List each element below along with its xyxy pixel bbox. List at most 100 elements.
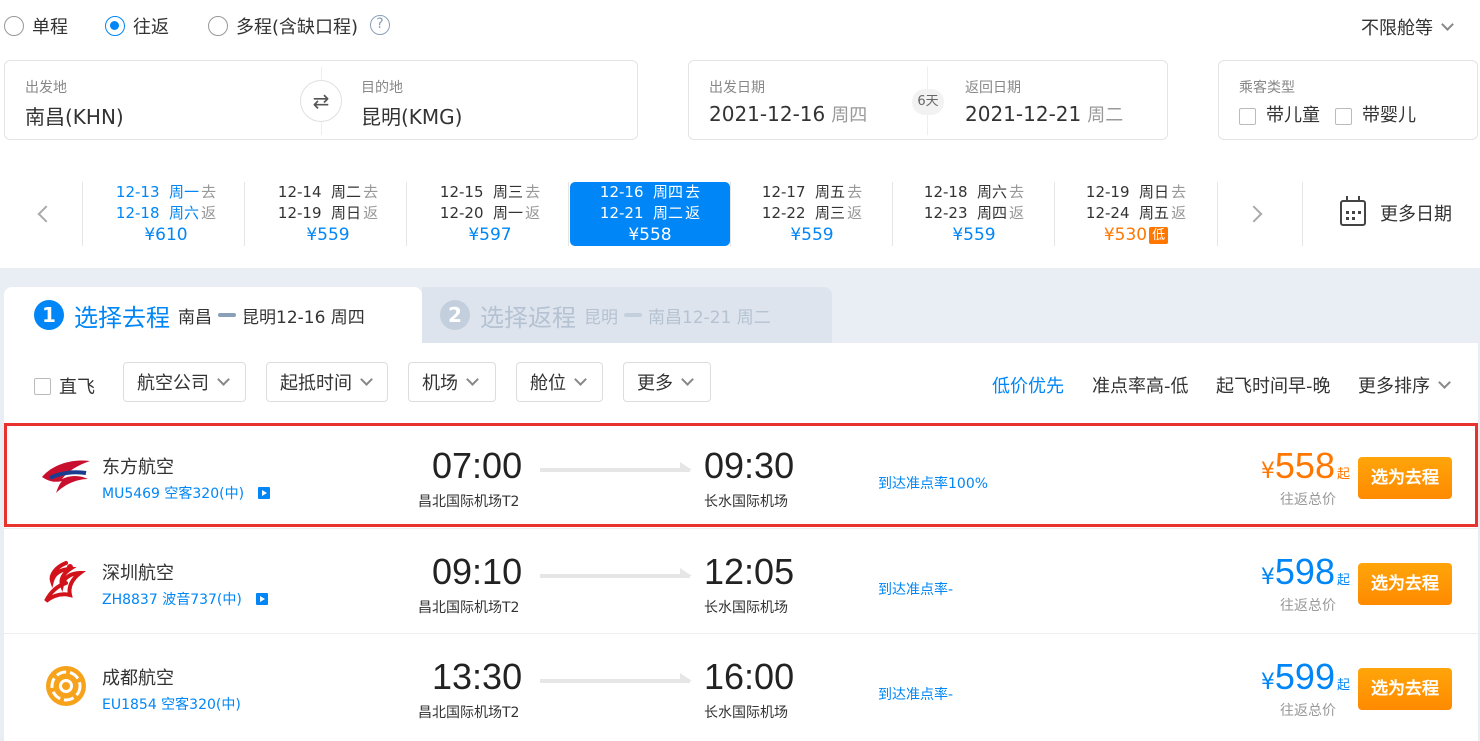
calendar-icon bbox=[1340, 196, 1366, 226]
help-icon[interactable]: ? bbox=[370, 15, 390, 35]
flight-number[interactable]: ZH8837 波音737(中) bbox=[102, 589, 268, 609]
chevron-down-icon bbox=[217, 372, 230, 386]
swap-icon[interactable]: ⇄ bbox=[300, 80, 342, 122]
return-date: 12-24 周五返 bbox=[1085, 204, 1187, 222]
ontime-rate: 到达准点率- bbox=[878, 582, 954, 598]
date-option[interactable]: 12-17 周五去 12-22 周三返 ¥559 bbox=[732, 182, 892, 246]
low-price-badge: 低 bbox=[1149, 227, 1169, 244]
flight-row[interactable]: 成都航空 EU1854 空客320(中) 13:30 昌北国际机场T2 16:00 长水国… bbox=[4, 633, 1478, 737]
tab-select-outbound[interactable]: 1 选择去程 南昌 昆明12-16 周四 bbox=[4, 287, 422, 343]
filter-cabin[interactable]: 舱位 bbox=[516, 362, 603, 402]
filter-bar: 直飞 航空公司 起抵时间 机场 舱位 更多 低价优先 准点率高-低 起飞时间早-… bbox=[4, 343, 1478, 423]
price: ¥558 起 bbox=[1260, 445, 1350, 486]
filter-airline[interactable]: 航空公司 bbox=[123, 362, 246, 402]
video-play-icon[interactable] bbox=[255, 593, 268, 605]
return-date: 12-20 周一返 bbox=[439, 204, 541, 222]
arrival-time: 09:30 bbox=[704, 445, 795, 486]
multi-city-option[interactable]: 多程(含缺口程) bbox=[208, 14, 358, 38]
date-option[interactable]: 12-14 周二去 12-19 周日返 ¥559 bbox=[248, 182, 408, 246]
child-checkbox[interactable] bbox=[1239, 107, 1256, 125]
date-option[interactable]: 12-16 周四去 12-21 周二返 ¥558 bbox=[570, 182, 730, 246]
date-price-strip: 12-13 周一去 12-18 周六返 ¥610 12-14 周二去 12-19 周日返… bbox=[0, 170, 1480, 260]
chevron-right-icon[interactable] bbox=[1245, 205, 1263, 223]
filter-airport[interactable]: 机场 bbox=[408, 362, 496, 402]
round-trip-radio[interactable] bbox=[105, 16, 125, 36]
tab-route: 昆明 南昌12-21 周二 bbox=[584, 307, 771, 328]
chevron-down-icon bbox=[360, 372, 373, 386]
departure-time: 09:10 bbox=[432, 551, 523, 592]
direct-only-checkbox[interactable]: 直飞 bbox=[34, 373, 95, 399]
departure-airport: 昌北国际机场T2 bbox=[418, 705, 520, 721]
arrival-airport: 长水国际机场 bbox=[704, 600, 788, 616]
date-price: ¥559 bbox=[952, 225, 996, 245]
return-date: 12-18 周六返 bbox=[115, 204, 217, 222]
outbound-date: 12-13 周一去 bbox=[115, 183, 217, 201]
flight-row[interactable]: 深圳航空 ZH8837 波音737(中) 09:10 昌北国际机场T2 12:05 长水国… bbox=[4, 528, 1478, 632]
flight-row[interactable]: 东方航空 MU5469 空客320(中) 07:00 昌北国际机场T2 09:30 长水国… bbox=[4, 423, 1478, 527]
multi-city-radio[interactable] bbox=[208, 16, 228, 36]
arrival-time: 12:05 bbox=[704, 551, 795, 592]
direct-checkbox[interactable] bbox=[34, 377, 51, 395]
more-dates-button[interactable]: 更多日期 bbox=[1340, 196, 1452, 226]
one-way-radio[interactable] bbox=[4, 16, 24, 36]
total-price-label: 往返总价 bbox=[1280, 598, 1336, 614]
plane-icon bbox=[218, 313, 236, 317]
arrival-airport: 长水国际机场 bbox=[704, 494, 788, 510]
select-outbound-button[interactable]: 选为去程 bbox=[1358, 563, 1452, 605]
airline-name: 东方航空 bbox=[102, 457, 174, 478]
with-infant-checkbox[interactable]: 带婴儿 bbox=[1335, 101, 1416, 127]
divider bbox=[892, 182, 893, 246]
price: ¥598 起 bbox=[1260, 551, 1350, 592]
select-outbound-button[interactable]: 选为去程 bbox=[1358, 457, 1452, 499]
date-price: ¥558 bbox=[628, 225, 672, 245]
select-outbound-button[interactable]: 选为去程 bbox=[1358, 668, 1452, 710]
depart-date: 2021-12-16 bbox=[709, 102, 826, 126]
filter-time[interactable]: 起抵时间 bbox=[266, 362, 388, 402]
return-date: 12-22 周三返 bbox=[761, 204, 863, 222]
arrival-time: 16:00 bbox=[704, 656, 795, 697]
total-price-label: 往返总价 bbox=[1280, 703, 1336, 719]
date-price: ¥530 低 bbox=[1056, 224, 1216, 246]
flight-number[interactable]: MU5469 空客320(中) bbox=[102, 483, 271, 503]
date-option[interactable]: 12-15 周三去 12-20 周一返 ¥597 bbox=[410, 182, 570, 246]
tab-select-return[interactable]: 2 选择返程 昆明 南昌12-21 周二 bbox=[422, 287, 832, 343]
one-way-option[interactable]: 单程 bbox=[4, 14, 68, 38]
sort-departure[interactable]: 起飞时间早-晚 bbox=[1216, 372, 1331, 398]
departure-time: 07:00 bbox=[432, 445, 523, 486]
step-number: 1 bbox=[34, 300, 64, 330]
divider bbox=[730, 182, 731, 246]
trip-type-bar: 单程 往返 多程(含缺口程) ? 不限舱等 bbox=[0, 0, 1480, 52]
route-arrow bbox=[540, 462, 692, 472]
outbound-date: 12-15 周三去 bbox=[439, 183, 541, 201]
sort-more[interactable]: 更多排序 bbox=[1358, 372, 1451, 398]
chevron-left-icon[interactable] bbox=[37, 205, 55, 223]
return-date: 2021-12-21 bbox=[965, 102, 1082, 126]
total-price-label: 往返总价 bbox=[1280, 492, 1336, 508]
divider bbox=[1054, 182, 1055, 246]
date-option[interactable]: 12-18 周六去 12-23 周四返 ¥559 bbox=[894, 182, 1054, 246]
trip-days-badge: 6天 bbox=[912, 89, 944, 115]
divider bbox=[82, 182, 83, 246]
sort-ontime[interactable]: 准点率高-低 bbox=[1092, 372, 1189, 398]
route-arrow bbox=[540, 568, 692, 578]
video-play-icon[interactable] bbox=[258, 487, 271, 499]
filter-more[interactable]: 更多 bbox=[623, 362, 711, 402]
chevron-down-icon bbox=[466, 372, 479, 386]
chevron-down-icon bbox=[574, 372, 587, 386]
infant-checkbox[interactable] bbox=[1335, 107, 1352, 125]
date-option[interactable]: 12-19 周日去 12-24 周五返 ¥530 低 bbox=[1056, 182, 1216, 246]
round-trip-option[interactable]: 往返 bbox=[105, 14, 169, 38]
cabin-class-dropdown[interactable]: 不限舱等 bbox=[1361, 14, 1454, 40]
ontime-rate: 到达准点率- bbox=[878, 687, 954, 703]
airline-name: 深圳航空 bbox=[102, 563, 174, 584]
date-option[interactable]: 12-13 周一去 12-18 周六返 ¥610 bbox=[86, 182, 246, 246]
chengdu-airlines-logo bbox=[40, 664, 92, 708]
sort-price[interactable]: 低价优先 bbox=[992, 372, 1064, 398]
date-price: ¥559 bbox=[790, 225, 834, 245]
route-arrow bbox=[540, 673, 692, 683]
outbound-date: 12-16 周四去 bbox=[599, 183, 701, 201]
return-date: 12-23 周四返 bbox=[923, 204, 1025, 222]
with-child-checkbox[interactable]: 带儿童 bbox=[1239, 101, 1320, 127]
arrival-airport: 长水国际机场 bbox=[704, 705, 788, 721]
flight-number[interactable]: EU1854 空客320(中) bbox=[102, 694, 241, 714]
